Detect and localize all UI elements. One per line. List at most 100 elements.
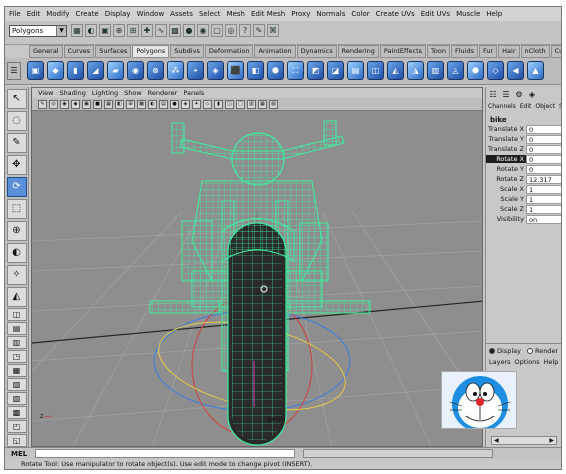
tab-hair[interactable]: Hair [498,45,520,58]
select-icon[interactable]: ⊞ [127,24,139,37]
menu-edit[interactable]: Edit [27,10,41,18]
last-tool-icon[interactable]: ◭ [6,287,27,307]
camera-icon[interactable]: ▣ [99,24,111,37]
viewport-tool-icon[interactable]: ▥ [247,99,256,109]
scale-tool-icon[interactable]: ⬚ [6,199,27,219]
attribute-row[interactable]: Rotate X0 [486,154,561,164]
attribute-row[interactable]: Rotate Y0 [486,164,561,174]
menu-proxy[interactable]: Proxy [291,10,310,18]
viewport-tool-icon[interactable]: ◉ [60,99,69,109]
layer-scrollbar[interactable]: ◀ ▶ [491,436,557,445]
render-icon[interactable]: ● [183,24,195,37]
viewport-tool-icon[interactable]: ✦ [192,99,201,109]
tab-general[interactable]: General [29,45,63,58]
shelf-tool-icon[interactable]: ◀ [507,61,524,80]
menu-set-selector[interactable]: Polygons ▼ [9,25,67,37]
viewport-tool-icon[interactable]: ◆ [71,99,80,109]
attribute-value[interactable]: 1 [526,204,561,214]
shelf-tool-icon[interactable]: ▰ [107,61,124,80]
tab-ncloth[interactable]: nCloth [520,45,550,58]
menu-display[interactable]: Display [105,10,131,18]
move-icon[interactable]: ✚ [141,24,153,37]
magnet2-icon[interactable]: ⌘ [267,24,279,37]
viewport-tool-icon[interactable]: ▧ [269,99,278,109]
viewport-tool-icon[interactable]: ▦ [258,99,267,109]
menu-normals[interactable]: Normals [316,10,345,18]
shelf-tool-icon[interactable]: ◫ [367,61,384,80]
layout-preset-icon[interactable]: ◰ [6,420,27,433]
viewport-tool-icon[interactable]: ◧ [115,99,124,109]
shelf-tool-icon[interactable]: ◩ [307,61,324,80]
scroll-right-icon[interactable]: ▶ [549,437,554,444]
tab-rendering[interactable]: Rendering [337,45,379,58]
viewport-tool-icon[interactable]: ⊞ [126,99,135,109]
menu-muscle[interactable]: Muscle [456,10,480,18]
attribute-row[interactable]: Scale Z1 [486,204,561,214]
layer-menu-help[interactable]: Help [544,358,559,366]
viewport-menu-renderer[interactable]: Renderer [148,89,178,97]
viewport-tool-icon[interactable]: ◫ [225,99,234,109]
tab-polygons[interactable]: Polygons [132,45,170,58]
shelf-tool-icon[interactable]: ⬣ [467,61,484,80]
channel-box-icon[interactable]: ☷ [488,90,498,100]
viewport-tool-icon[interactable]: ✎ [38,99,47,109]
layout-preset-icon[interactable]: ▤ [6,322,27,335]
shelf-tool-icon[interactable]: ▮ [67,61,84,80]
tab-fluids[interactable]: Fluids [450,45,478,58]
tab-fur[interactable]: Fur [478,45,498,58]
attribute-row[interactable]: Translate Z0 [486,144,561,154]
attribute-row[interactable]: Rotate Z 12.317 [486,174,561,184]
shelf-tool-icon[interactable]: ◈ [207,61,224,80]
lasso-tool-icon[interactable]: ◌ [6,111,27,131]
show-manipulator-tool-icon[interactable]: ✧ [6,265,27,285]
viewport-tool-icon[interactable]: ● [170,99,179,109]
viewport-menu-panels[interactable]: Panels [183,89,204,97]
shelf-tool-icon[interactable]: ⁂ [167,61,184,80]
tab-toon[interactable]: Toon [427,45,450,58]
channelbox-menu-channels[interactable]: Channels [488,103,516,113]
attribute-value[interactable]: 1 [526,194,561,204]
menu-create-uvs[interactable]: Create UVs [376,10,415,18]
channelbox-menu-edit[interactable]: Edit [520,103,532,113]
shelf-tool-icon[interactable]: ◆ [47,61,64,80]
attribute-value[interactable]: on [526,214,561,224]
menu-mesh[interactable]: Mesh [227,10,245,18]
magnet-icon[interactable]: ⊕ [113,24,125,37]
layout-preset-icon[interactable]: ◳ [6,350,27,363]
shelf-tool-icon[interactable]: ◬ [447,61,464,80]
attribute-row[interactable]: Scale Y1 [486,194,561,204]
rotate-tool-icon[interactable]: ⟳ [6,177,27,197]
shelf-tool-icon[interactable]: ⬛ [227,61,244,80]
layout-preset-icon[interactable]: ▨ [6,392,27,405]
shelf-tool-icon[interactable]: ▲ [527,61,544,80]
shelf-tool-icon[interactable]: ◉ [127,61,144,80]
soft-mod-tool-icon[interactable]: ◐ [6,243,27,263]
shelf-tool-icon[interactable]: ⊗ [147,61,164,80]
tab-animation[interactable]: Animation [254,45,296,58]
viewport-tool-icon[interactable]: ▣ [82,99,91,109]
render-radio[interactable]: Render [526,347,558,355]
attribute-row[interactable]: Translate Y0 [486,134,561,144]
attribute-row[interactable]: Visibility on [486,214,561,224]
layout-preset-icon[interactable]: ▦ [6,364,27,377]
paint-icon[interactable]: ✎ [253,24,265,37]
tab-surfaces[interactable]: Surfaces [95,45,132,58]
viewport-tool-icon[interactable]: ◇ [203,99,212,109]
viewport-tool-icon[interactable]: ▮ [214,99,223,109]
viewport-tool-icon[interactable]: ◎ [49,99,58,109]
attribute-row[interactable]: Scale X1 [486,184,561,194]
viewport-tool-icon[interactable]: ◐ [148,99,157,109]
viewport-tool-icon[interactable]: ▦ [104,99,113,109]
scroll-left-icon[interactable]: ◀ [494,437,499,444]
attribute-value[interactable]: 1 [526,184,561,194]
scene-3d[interactable] [32,111,483,447]
tab-dynamics[interactable]: Dynamics [296,45,337,58]
outliner-icon[interactable]: ◈ [527,90,537,100]
shelf-tool-icon[interactable]: ◢ [87,61,104,80]
viewport-menu-lighting[interactable]: Lighting [92,89,118,97]
layout-preset-icon[interactable]: ◫ [6,308,27,321]
viewport-persp[interactable]: View Shading Lighting Show Renderer Panels ✎ ◎… [31,87,483,447]
channelbox-menu-object[interactable]: Object [535,103,555,113]
attribute-value[interactable]: 0 [526,124,561,134]
menu-modify[interactable]: Modify [46,10,69,18]
